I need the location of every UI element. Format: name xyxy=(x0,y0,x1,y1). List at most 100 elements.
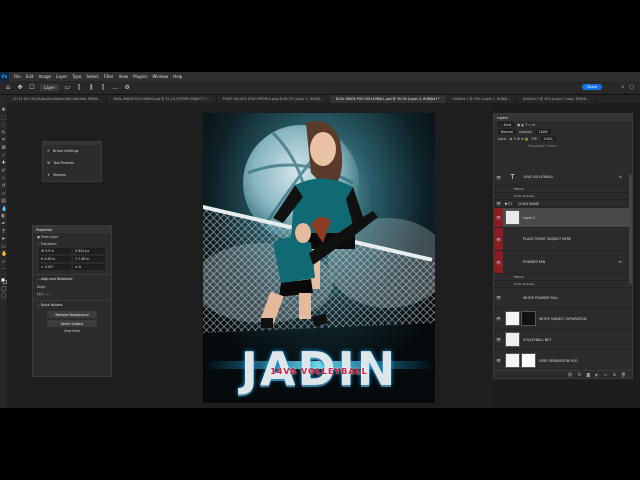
layer-row[interactable]: 👁 WHITE POWDER FALL xyxy=(494,288,632,308)
effects-sublayer[interactable]: Effects xyxy=(494,186,632,193)
lasso-tool-icon[interactable]: ◌ xyxy=(1,123,6,128)
move-tool-icon[interactable]: ✥ xyxy=(16,84,24,92)
align-left-icon[interactable]: ⫿ xyxy=(75,84,83,92)
menu-image[interactable]: Image xyxy=(38,74,51,79)
quick-mask-icon[interactable]: ◯ xyxy=(1,286,7,292)
brush-tool-icon[interactable]: ✐ xyxy=(1,168,6,174)
menu-file[interactable]: File xyxy=(14,74,21,79)
layers-scrollbar[interactable] xyxy=(629,174,632,284)
visibility-eye-icon[interactable]: 👁 xyxy=(494,228,503,250)
layer-row[interactable]: 👁 VOLLEYBALL NET xyxy=(494,330,632,350)
layers-title[interactable]: Layers xyxy=(494,114,632,121)
fill-field[interactable]: 100% xyxy=(540,136,556,141)
brush-settings-item[interactable]: ✐ Brush Settings xyxy=(43,145,101,157)
crop-tool-icon[interactable]: ⌗ xyxy=(1,138,6,143)
tool-presets-item[interactable]: ⚒ Tool Presets xyxy=(43,157,101,169)
width-field[interactable]: W 3.9 in xyxy=(39,248,71,254)
add-mask-icon[interactable]: ◙ xyxy=(586,372,590,377)
tab-document-active[interactable]: DUAL IMAGE POG VOLLEYBALL.psd @ 39.1% (L… xyxy=(329,95,447,103)
home-icon[interactable]: ⌂ xyxy=(4,84,12,92)
properties-title[interactable]: Properties xyxy=(33,226,111,233)
y-field[interactable]: Y 2.38 in xyxy=(73,256,105,262)
frame-tool-icon[interactable]: ⊠ xyxy=(1,145,6,151)
layer-select-dropdown[interactable]: Layer xyxy=(40,84,60,91)
transform-heading[interactable]: ⌄ Transform xyxy=(33,240,111,247)
blend-mode-dropdown[interactable]: Normal xyxy=(498,129,516,134)
eyedropper-tool-icon[interactable]: ⁄ xyxy=(1,153,6,159)
align-section[interactable]: ⌄ Align and Distribute xyxy=(33,274,111,283)
align-buttons[interactable]: ⫿ ⫼ ⫿ ⫟ ⫠ ⫟ xyxy=(33,290,111,297)
tab-document-5[interactable]: Untitled-1 @ 45% (Layer 1, RGB/8... xyxy=(447,95,517,103)
x-field[interactable]: X 624 px xyxy=(73,248,105,254)
layer-row-text[interactable]: 👁 T 14VA VOLLEYBALL fx xyxy=(494,169,632,186)
type-tool-icon[interactable]: T xyxy=(1,229,6,235)
menu-plugins[interactable]: Plugins xyxy=(133,74,147,79)
menu-layer[interactable]: Layer xyxy=(56,74,67,79)
stamp-tool-icon[interactable]: ⊥ xyxy=(1,176,6,181)
propagate-frame-label[interactable]: Propagate Frame xyxy=(528,144,556,148)
transform-controls-icon[interactable]: ▭ xyxy=(63,84,71,92)
visibility-eye-icon[interactable]: 👁 xyxy=(494,208,503,227)
remove-background-button[interactable]: Remove Background xyxy=(47,311,97,318)
visibility-eye-icon[interactable]: 👁 xyxy=(494,330,503,349)
filter-icons[interactable]: ▣ ◐ T ▭ ⊡ xyxy=(517,123,535,127)
tab-document-1[interactable]: CH 11 US 178 (N-Box)/Invitation/Test Ali… xyxy=(7,95,108,103)
layer-row-selected[interactable]: 👁 Layer 2 xyxy=(494,208,632,228)
tab-document-2[interactable]: DUAL IMAGE POG DARKS.psd @ 31.1% (STRIPE… xyxy=(107,95,217,103)
tab-document-3[interactable]: POINT VILLAGE LOGO PROFILE.png @ 68.7% (… xyxy=(217,95,330,103)
layer-row[interactable]: 👁 WHITE SUBJECT SEPARATION xyxy=(494,308,632,330)
select-subject-button[interactable]: Select Subject xyxy=(47,320,97,327)
visibility-eye-icon[interactable]: 👁 xyxy=(494,251,503,273)
visibility-eye-icon[interactable]: 👁 xyxy=(494,350,503,371)
layer-row[interactable]: 👁 GREY SEPARATION POG xyxy=(494,350,632,372)
auto-select-checkbox[interactable]: ☐ xyxy=(28,84,36,92)
layer-mask-thumbnail[interactable] xyxy=(521,311,536,326)
delete-layer-icon[interactable]: 🗑 xyxy=(621,372,626,377)
align-right-icon[interactable]: ⫿ xyxy=(99,84,107,92)
path-select-tool-icon[interactable]: ➤ xyxy=(1,237,6,242)
share-button[interactable]: Share xyxy=(581,84,602,90)
effects-icon[interactable]: fx xyxy=(619,260,622,264)
color-overlay-sublayer[interactable]: Color Overlay xyxy=(494,281,632,288)
color-swatches[interactable] xyxy=(0,278,7,285)
new-layer-icon[interactable]: ⊞ xyxy=(613,372,616,377)
opacity-field[interactable]: 100% xyxy=(535,129,551,134)
document-canvas[interactable]: JADIN 14VA VOLLEYBALL xyxy=(203,113,435,403)
history-brush-tool-icon[interactable]: ↺ xyxy=(1,183,6,189)
layer-row[interactable]: 👁 POWDER FAN fx xyxy=(494,251,632,274)
menu-window[interactable]: Window xyxy=(152,74,168,79)
height-field[interactable]: H 4.85 in xyxy=(39,256,71,262)
visibility-eye-icon[interactable]: 👁 xyxy=(494,308,503,329)
3d-mode-icon[interactable]: ⚙ xyxy=(123,84,131,92)
more-tools-icon[interactable]: ⋯ xyxy=(1,267,6,272)
link-layers-icon[interactable]: ⛓ xyxy=(568,372,573,377)
adjustment-layer-icon[interactable]: ◐ xyxy=(595,372,599,377)
visibility-eye-icon[interactable]: 👁 xyxy=(494,288,503,307)
menu-view[interactable]: View xyxy=(119,74,129,79)
layer-row[interactable]: 👁 PLACE FRONT SUBJECT HERE xyxy=(494,228,632,251)
quick-actions-section[interactable]: ⌄ Quick Actions xyxy=(33,300,111,309)
move-tool-icon[interactable]: ✥ xyxy=(1,108,6,113)
layer-mask-thumbnail[interactable] xyxy=(521,353,536,368)
hand-tool-icon[interactable]: ✋ xyxy=(1,252,7,257)
menu-type[interactable]: Type xyxy=(72,74,81,79)
effects-sublayer[interactable]: Effects xyxy=(494,274,632,281)
healing-tool-icon[interactable]: ✚ xyxy=(1,161,6,166)
menu-edit[interactable]: Edit xyxy=(26,74,34,79)
rectangle-tool-icon[interactable]: ▭ xyxy=(1,244,6,250)
menu-select[interactable]: Select xyxy=(86,74,98,79)
layer-row-group[interactable]: 👁 ▸▭ CHILD NAME xyxy=(494,200,632,208)
flip-controls[interactable]: ⇆ ⇅ xyxy=(73,264,105,270)
pen-tool-icon[interactable]: ✒ xyxy=(1,221,6,227)
foreground-color-swatch[interactable] xyxy=(0,278,5,283)
quick-select-tool-icon[interactable]: ✎ xyxy=(1,130,6,136)
lock-icons[interactable]: ⊞ ✎ ✥ ⊡ 🔒 xyxy=(510,137,529,141)
tab-document-6[interactable]: Untitled-3 @ 45% (Layer 1 copy, RGB/8... xyxy=(517,95,596,103)
zoom-tool-icon[interactable]: ⌕ xyxy=(1,259,6,265)
gradient-tool-icon[interactable]: ▤ xyxy=(1,199,6,204)
effects-icon[interactable]: fx xyxy=(619,175,622,179)
dodge-tool-icon[interactable]: ◐ xyxy=(1,214,6,219)
more-icon[interactable]: … xyxy=(111,84,119,92)
color-overlay-sublayer[interactable]: Color Overlay xyxy=(494,193,632,200)
view-more-link[interactable]: View More xyxy=(33,329,111,333)
